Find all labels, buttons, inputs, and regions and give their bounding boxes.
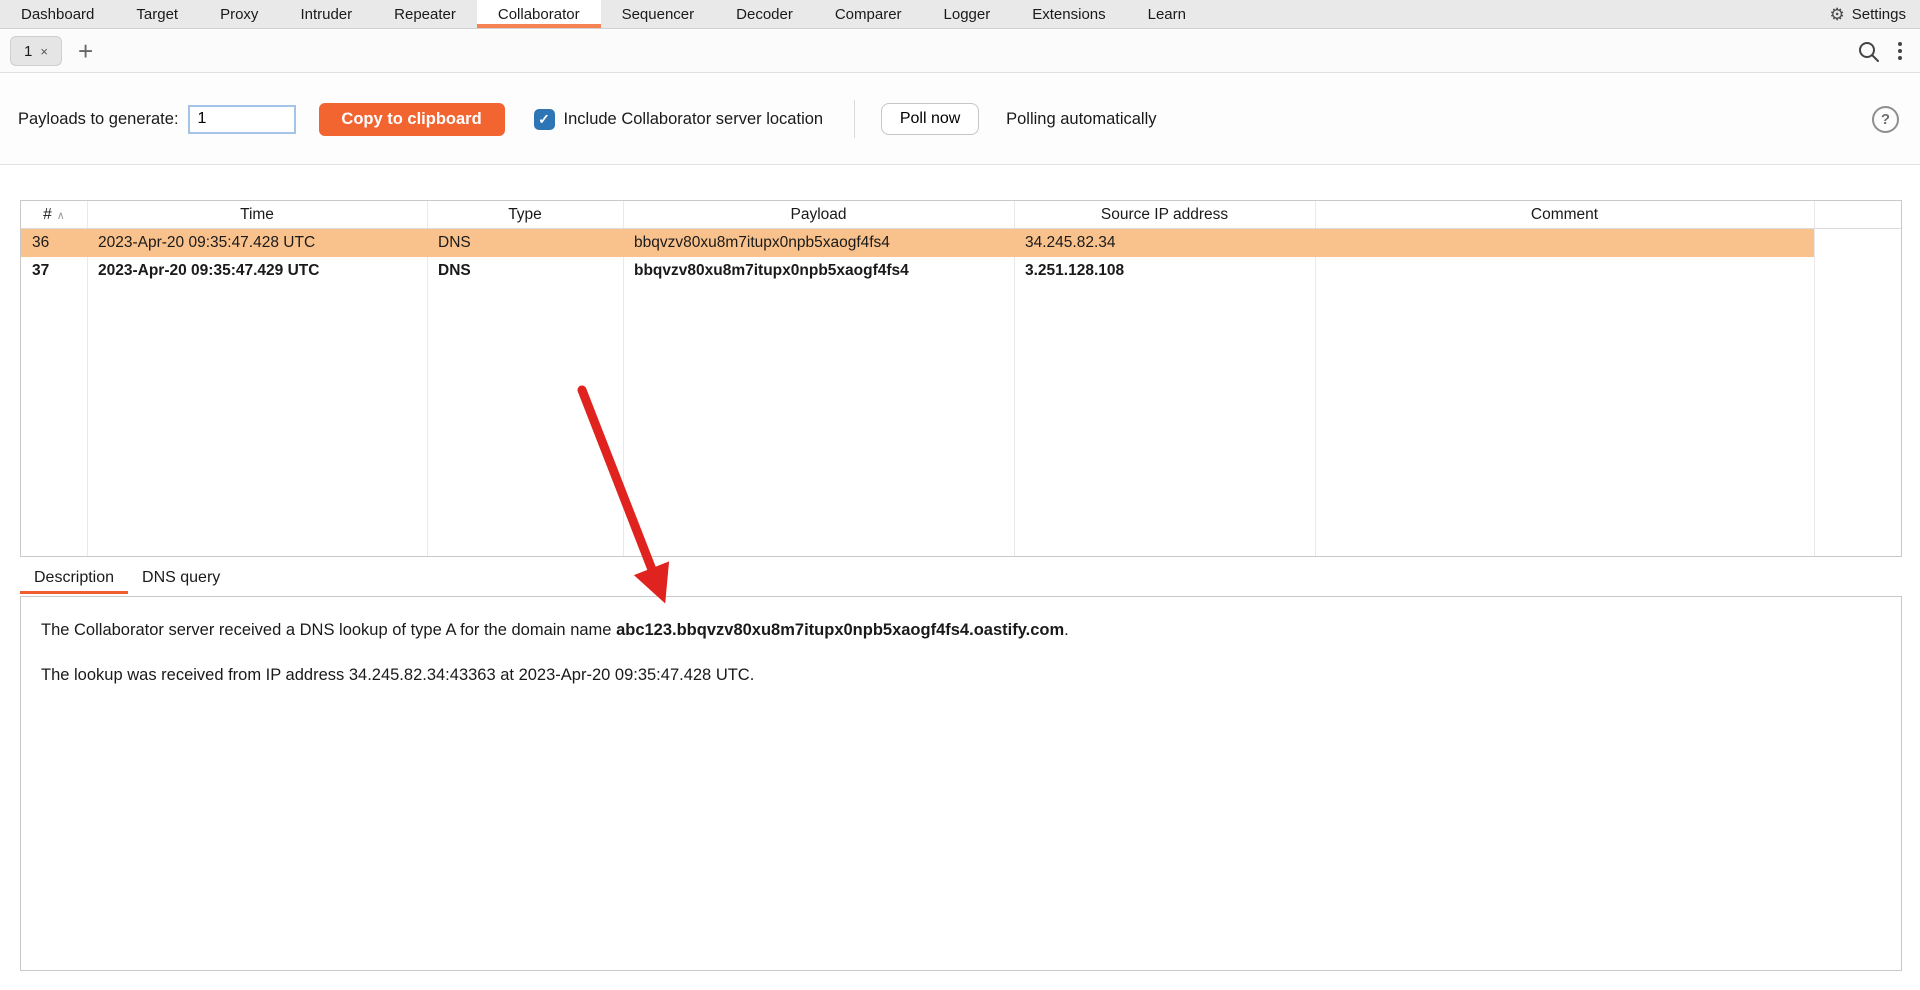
search-icon[interactable]: [1857, 40, 1880, 63]
menu-item-logger[interactable]: Logger: [923, 0, 1012, 28]
toolbar-divider: [854, 100, 856, 138]
menu-item-proxy[interactable]: Proxy: [199, 0, 279, 28]
cell-type: DNS: [438, 262, 471, 279]
copy-to-clipboard-button[interactable]: Copy to clipboard: [318, 102, 505, 136]
cell-source-ip: 34.245.82.34: [1025, 234, 1116, 251]
collaborator-tab-1[interactable]: 1 ×: [10, 36, 62, 66]
cell-number: 37: [32, 262, 50, 279]
column-header-type[interactable]: Type: [427, 206, 623, 224]
detail-tab-bar: Description DNS query: [20, 561, 234, 594]
table-row-37[interactable]: 37 2023-Apr-20 09:35:47.429 UTC DNS bbqv…: [21, 257, 1901, 285]
settings-label: Settings: [1851, 5, 1906, 23]
description-line-2: The lookup was received from IP address …: [41, 666, 755, 684]
column-header-time[interactable]: Time: [87, 206, 427, 224]
polling-status-text: Polling automatically: [1006, 109, 1157, 128]
settings-button[interactable]: ⚙ Settings: [1830, 0, 1920, 28]
menu-item-learn[interactable]: Learn: [1127, 0, 1207, 28]
collaborator-tab-label: 1: [24, 42, 33, 60]
payloads-count-input[interactable]: [187, 104, 296, 134]
menu-item-dashboard[interactable]: Dashboard: [0, 0, 115, 28]
menu-item-repeater[interactable]: Repeater: [373, 0, 477, 28]
cell-payload: bbqvzv80xu8m7itupx0npb5xaogf4fs4: [634, 234, 890, 251]
close-icon[interactable]: ×: [40, 45, 48, 58]
description-line-1: The Collaborator server received a DNS l…: [41, 621, 1069, 639]
collaborator-tab-bar: 1 × +: [0, 30, 1920, 73]
payload-domain-text: abc123.bbqvzv80xu8m7itupx0npb5xaogf4fs4.…: [616, 621, 1065, 639]
tab-description[interactable]: Description: [20, 561, 128, 594]
more-options-icon[interactable]: [1898, 42, 1902, 60]
cell-time: 2023-Apr-20 09:35:47.428 UTC: [98, 234, 316, 251]
tab-dns-query[interactable]: DNS query: [128, 561, 234, 594]
cell-payload: bbqvzv80xu8m7itupx0npb5xaogf4fs4: [634, 262, 909, 279]
cell-time: 2023-Apr-20 09:35:47.429 UTC: [98, 262, 320, 279]
table-row-36-selected[interactable]: 36 2023-Apr-20 09:35:47.428 UTC DNS bbqv…: [21, 229, 1814, 257]
column-header-payload[interactable]: Payload: [623, 206, 1014, 224]
sort-ascending-icon: ∧: [56, 209, 65, 222]
cell-number: 36: [32, 234, 50, 251]
main-menu-bar: Dashboard Target Proxy Intruder Repeater…: [0, 0, 1920, 29]
cell-type: DNS: [438, 234, 471, 251]
column-header-number[interactable]: # ∧: [21, 206, 87, 224]
gear-icon: ⚙: [1829, 4, 1845, 24]
column-divider: [1814, 201, 1815, 556]
cell-source-ip: 3.251.128.108: [1025, 262, 1125, 279]
collaborator-toolbar: Payloads to generate: Copy to clipboard …: [0, 74, 1920, 165]
poll-now-button[interactable]: Poll now: [881, 103, 980, 135]
description-panel: The Collaborator server received a DNS l…: [20, 596, 1902, 971]
menu-item-intruder[interactable]: Intruder: [279, 0, 373, 28]
table-header-row: # ∧ Time Type Payload Source IP address C…: [21, 201, 1901, 229]
menu-item-collaborator[interactable]: Collaborator: [476, 0, 601, 28]
menu-item-sequencer[interactable]: Sequencer: [601, 0, 716, 28]
help-icon[interactable]: ?: [1872, 105, 1899, 133]
include-server-location-checkbox[interactable]: ✓: [533, 108, 555, 130]
column-header-source-ip[interactable]: Source IP address: [1014, 206, 1315, 224]
include-server-location-label[interactable]: Include Collaborator server location: [564, 110, 824, 129]
menu-item-extensions[interactable]: Extensions: [1011, 0, 1126, 28]
add-tab-button[interactable]: +: [78, 38, 93, 64]
menu-item-comparer[interactable]: Comparer: [814, 0, 923, 28]
interactions-table: # ∧ Time Type Payload Source IP address C…: [20, 200, 1902, 557]
payloads-to-generate-label: Payloads to generate:: [18, 109, 179, 128]
menu-item-target[interactable]: Target: [115, 0, 199, 28]
menu-item-decoder[interactable]: Decoder: [715, 0, 814, 28]
column-header-comment[interactable]: Comment: [1315, 206, 1814, 224]
